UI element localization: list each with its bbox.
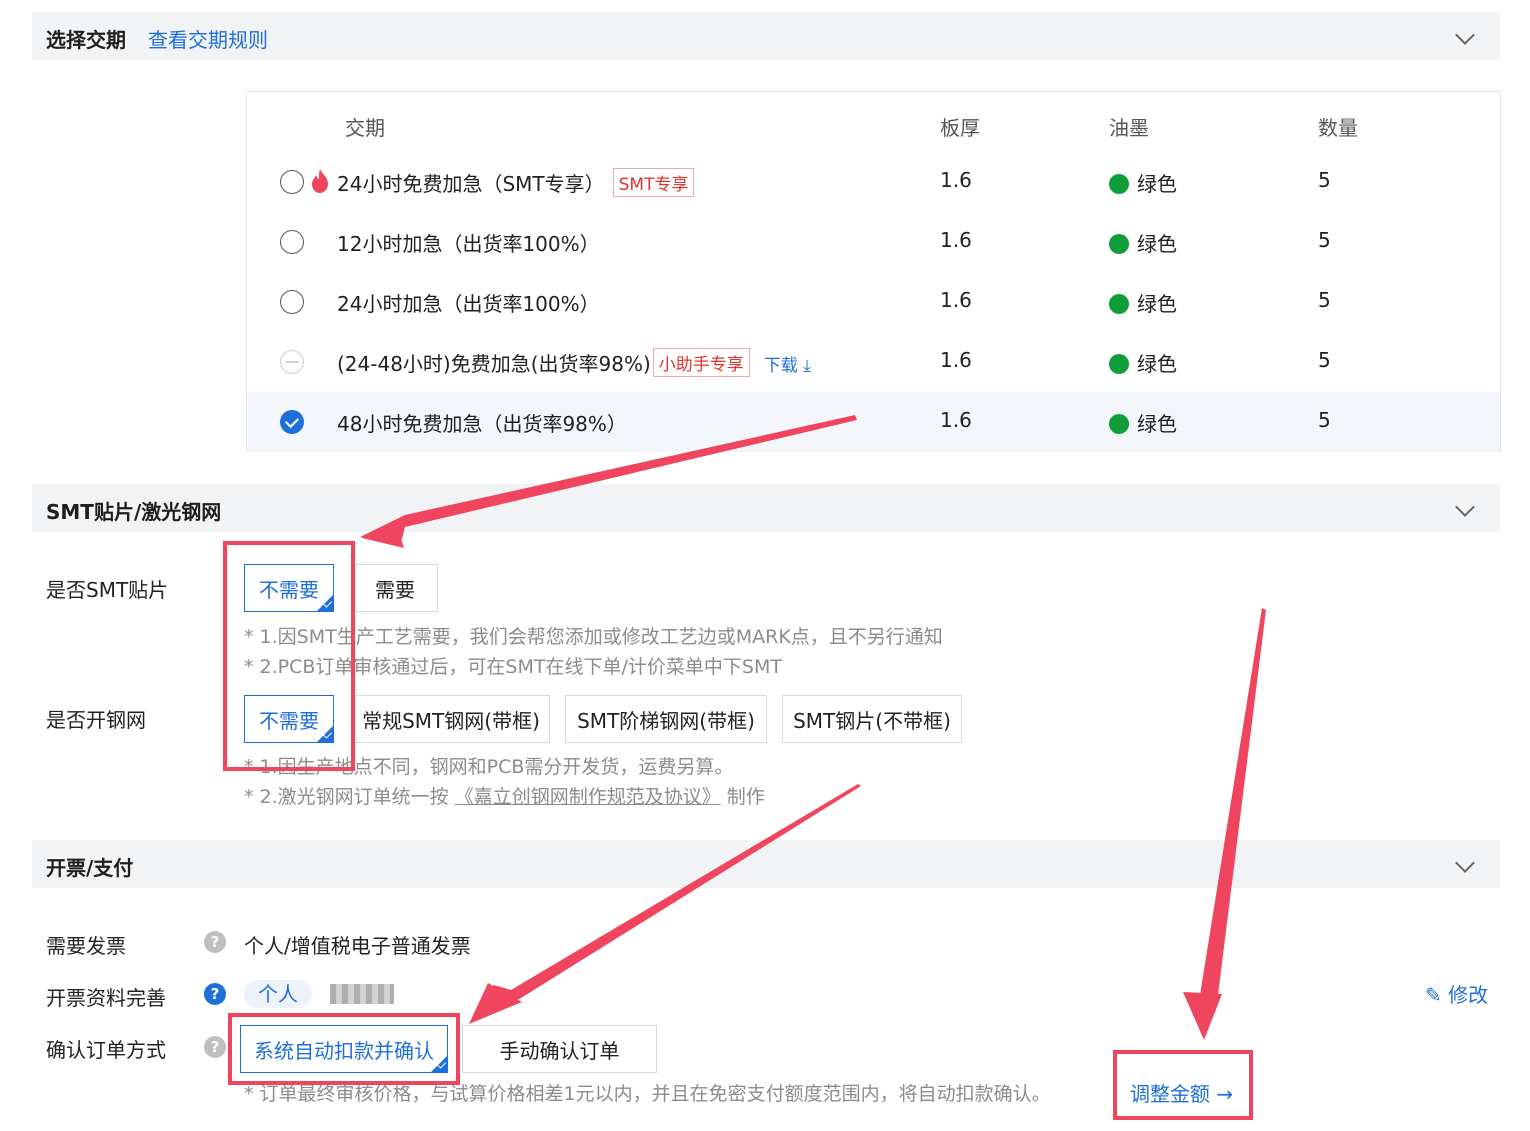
radio-button[interactable] [280, 170, 304, 194]
table-row-selected[interactable]: 48小时免费加急（出货率98%） 1.6 绿色 5 [247, 392, 1500, 452]
table-row[interactable]: 24小时免费加急（SMT专享） SMT专享 1.6 绿色 5 [247, 152, 1500, 212]
table-row: (24-48小时)免费加急(出货率98%) 小助手专享 下载 ⤓ 1.6 绿色 5 [247, 332, 1500, 392]
qty-value: 5 [1318, 228, 1331, 252]
radio-button-disabled [280, 350, 304, 374]
delivery-table: 交期 板厚 油墨 数量 24小时免费加急（SMT专享） SMT专享 1.6 绿色 … [246, 91, 1501, 452]
confirm-method-label: 确认订单方式 [46, 1038, 166, 1062]
stencil-option-stepped[interactable]: SMT阶梯钢网(带框) [565, 695, 767, 743]
section-header-invoice[interactable]: 开票/支付 [32, 840, 1500, 888]
smt-note-1: * 1.因SMT生产工艺需要，我们会帮您添加或修改工艺边或MARK点，且不另行通… [244, 626, 943, 648]
confirm-option-auto[interactable]: 系统自动扣款并确认 [240, 1025, 448, 1073]
pencil-icon: ✎ [1425, 983, 1442, 1007]
arrow-to-confirm [470, 784, 861, 1023]
ink-value: 绿色 [1109, 348, 1177, 377]
radio-button-checked[interactable] [280, 410, 304, 434]
delivery-label: 24小时免费加急（SMT专享） SMT专享 [337, 168, 695, 197]
radio-button[interactable] [280, 290, 304, 314]
qty-value: 5 [1318, 168, 1331, 192]
delivery-label: 12小时加急（出货率100%） [337, 232, 600, 256]
chevron-down-icon[interactable] [1455, 853, 1475, 873]
delivery-label: 48小时免费加急（出货率98%） [337, 412, 627, 436]
redacted-name [330, 984, 394, 1004]
edit-invoice-link[interactable]: ✎ 修改 [1425, 979, 1488, 1008]
ink-value: 绿色 [1109, 168, 1177, 197]
section-title: SMT贴片/激光钢网 [46, 500, 222, 524]
green-dot-icon [1109, 294, 1129, 314]
help-icon[interactable]: ? [204, 931, 226, 953]
invoice-label: 需要发票 [46, 934, 126, 958]
chevron-down-icon[interactable] [1455, 497, 1475, 517]
help-icon[interactable]: ? [204, 983, 226, 1005]
stencil-agreement-link[interactable]: 《嘉立创钢网制作规范及协议》 [455, 786, 721, 808]
ink-value: 绿色 [1109, 288, 1177, 317]
green-dot-icon [1109, 354, 1129, 374]
stencil-note-2: * 2.激光钢网订单统一按 《嘉立创钢网制作规范及协议》 制作 [244, 786, 765, 808]
green-dot-icon [1109, 234, 1129, 254]
download-link[interactable]: 下载 ⤓ [764, 356, 811, 376]
invoice-value: 个人/增值税电子普通发票 [244, 934, 471, 958]
col-header-thickness: 板厚 [940, 116, 980, 140]
stencil-note-1: * 1.因生产地点不同，钢网和PCB需分开发货，运费另算。 [244, 756, 734, 778]
smt-option-yes[interactable]: 需要 [352, 564, 438, 612]
stencil-option-sheet[interactable]: SMT钢片(不带框) [782, 695, 962, 743]
thickness-value: 1.6 [940, 168, 972, 192]
smt-exclusive-tag: SMT专享 [612, 168, 695, 197]
section-title: 开票/支付 [46, 856, 134, 880]
ink-value: 绿色 [1109, 408, 1177, 437]
delivery-label: 24小时加急（出货率100%） [337, 292, 600, 316]
smt-option-no[interactable]: 不需要 [244, 564, 334, 612]
green-dot-icon [1109, 414, 1129, 434]
smt-note-2: * 2.PCB订单审核通过后，可在SMT在线下单/计价菜单中下SMT [244, 656, 782, 678]
section-header-delivery[interactable]: 选择交期 查看交期规则 [32, 12, 1500, 60]
invoice-type-pill: 个人 [244, 980, 312, 1008]
help-icon[interactable]: ? [204, 1036, 226, 1058]
thickness-value: 1.6 [940, 408, 972, 432]
invoice-info-label: 开票资料完善 [46, 986, 166, 1010]
thickness-value: 1.6 [940, 288, 972, 312]
qty-value: 5 [1318, 408, 1331, 432]
adjust-amount-link[interactable]: 调整金额 → [1130, 1078, 1233, 1107]
stencil-label: 是否开钢网 [46, 708, 146, 732]
section-header-smt[interactable]: SMT贴片/激光钢网 [32, 484, 1500, 532]
download-icon: ⤓ [803, 356, 811, 376]
col-header-ink: 油墨 [1109, 116, 1149, 140]
ink-value: 绿色 [1109, 228, 1177, 257]
stencil-option-regular[interactable]: 常规SMT钢网(带框) [352, 695, 550, 743]
table-row[interactable]: 24小时加急（出货率100%） 1.6 绿色 5 [247, 272, 1500, 332]
smt-label: 是否SMT贴片 [46, 578, 169, 602]
radio-button[interactable] [280, 230, 304, 254]
thickness-value: 1.6 [940, 348, 972, 372]
confirm-option-manual[interactable]: 手动确认订单 [462, 1025, 657, 1073]
qty-value: 5 [1318, 348, 1331, 372]
qty-value: 5 [1318, 288, 1331, 312]
col-header-delivery: 交期 [345, 116, 385, 140]
confirm-note: * 订单最终审核价格，与试算价格相差1元以内，并且在免密支付额度范围内，将自动扣… [244, 1083, 1051, 1105]
view-delivery-rules-link[interactable]: 查看交期规则 [148, 24, 268, 53]
stencil-option-no[interactable]: 不需要 [244, 695, 334, 743]
chevron-down-icon[interactable] [1455, 25, 1475, 45]
green-dot-icon [1109, 174, 1129, 194]
assistant-exclusive-tag: 小助手专享 [652, 348, 750, 377]
thickness-value: 1.6 [940, 228, 972, 252]
delivery-label: (24-48小时)免费加急(出货率98%) 小助手专享 下载 ⤓ [337, 348, 811, 377]
table-row[interactable]: 12小时加急（出货率100%） 1.6 绿色 5 [247, 212, 1500, 272]
arrow-to-adjust [1200, 608, 1266, 995]
section-title: 选择交期 [46, 28, 126, 52]
col-header-qty: 数量 [1318, 116, 1358, 140]
fire-icon [312, 169, 328, 193]
